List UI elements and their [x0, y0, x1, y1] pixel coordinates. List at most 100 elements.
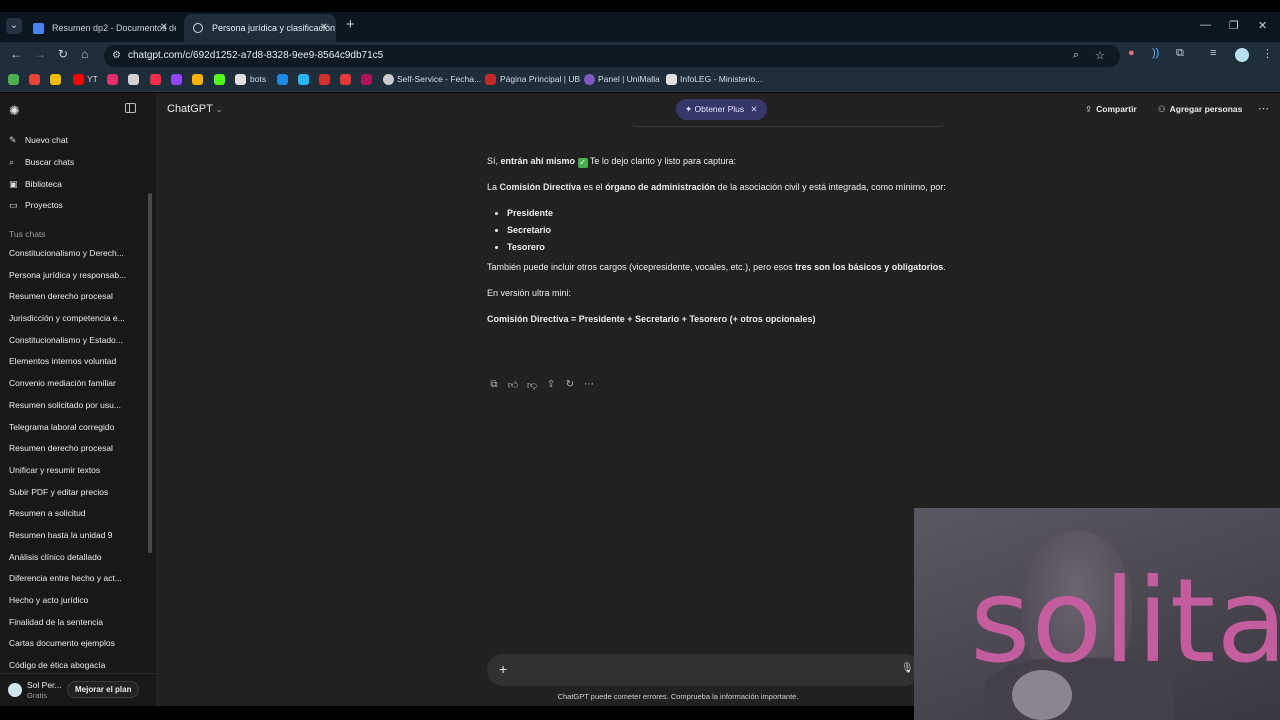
- chat-list-item[interactable]: Resumen derecho procesal: [0, 286, 146, 308]
- microphone-icon[interactable]: 🎙︎: [901, 663, 914, 674]
- chat-list-item[interactable]: Resumen solicitado por usu...: [0, 395, 146, 417]
- chatgpt-bookmark-icon[interactable]: [128, 74, 139, 85]
- chat-list-item[interactable]: Resumen hasta la unidad 9: [0, 525, 146, 547]
- kick-icon[interactable]: [214, 74, 225, 85]
- avatar[interactable]: [8, 683, 22, 697]
- share-icon: ⇪: [1085, 104, 1093, 114]
- new-chat-button[interactable]: ✎ Nuevo chat: [9, 135, 68, 146]
- bookmark-label-self-service[interactable]: Self-Service - Fecha...: [397, 74, 481, 84]
- openai-logo-icon[interactable]: ✺: [9, 103, 20, 119]
- tab-resumen-dp2[interactable]: Resumen dp2 - Documentos de ✕: [24, 14, 176, 42]
- music-icon[interactable]: [150, 74, 161, 85]
- model-name: ChatGPT: [167, 103, 213, 115]
- tab-search-button[interactable]: ⌄: [6, 18, 22, 34]
- more-options-icon[interactable]: ⋯: [1258, 102, 1269, 115]
- share-icon[interactable]: ⇪: [544, 379, 558, 390]
- media-queue-icon[interactable]: ≡: [1210, 47, 1216, 59]
- upgrade-plan-button[interactable]: Mejorar el plan: [67, 681, 140, 698]
- site-info-icon[interactable]: ⚙: [112, 50, 121, 61]
- infoleg-icon[interactable]: [666, 74, 677, 85]
- copy-icon[interactable]: ⧉: [487, 379, 501, 390]
- folder-icon: ▭: [9, 200, 18, 210]
- list-item: Secretario: [507, 222, 947, 239]
- url-text[interactable]: chatgpt.com/c/692d1252-a7d8-8328-9ee9-85…: [128, 50, 383, 61]
- browser-menu-icon[interactable]: ⋮: [1262, 47, 1273, 60]
- add-people-button[interactable]: ⚇ Agregar personas: [1158, 104, 1242, 115]
- tab-close-icon[interactable]: ✕: [320, 14, 328, 42]
- bookmark-app-icon[interactable]: [361, 74, 372, 85]
- user-footer[interactable]: Sol Per... Gratis Mejorar el plan: [0, 673, 156, 706]
- minimize-icon[interactable]: —: [1200, 19, 1211, 31]
- library-button[interactable]: ▣ Biblioteca: [9, 179, 62, 190]
- chat-list-item[interactable]: Persona jurídica y responsab...: [0, 265, 146, 287]
- reload-icon[interactable]: ↻: [58, 47, 68, 61]
- bookmark-label-ub[interactable]: Página Principal | UB: [500, 74, 580, 84]
- thumbs-down-icon[interactable]: 👎︎: [525, 379, 539, 391]
- instagram-icon[interactable]: [107, 74, 118, 85]
- chat-list-item[interactable]: Diferencia entre hecho y act...: [0, 568, 146, 590]
- projects-button[interactable]: ▭ Proyectos: [9, 200, 63, 211]
- tab-close-icon[interactable]: ✕: [160, 14, 168, 42]
- chat-list-item[interactable]: Constitucionalismo y Estado...: [0, 330, 146, 352]
- close-icon[interactable]: ✕: [751, 104, 758, 114]
- extension-icon[interactable]: ●: [1128, 47, 1135, 59]
- ub-icon[interactable]: [485, 74, 496, 85]
- profile-avatar[interactable]: [1235, 48, 1249, 62]
- thumbs-up-icon[interactable]: 👍︎: [506, 379, 520, 391]
- youtube-icon[interactable]: [73, 74, 84, 85]
- chat-list-item[interactable]: Jurisdicción y competencia e...: [0, 308, 146, 330]
- chat-list-item[interactable]: Convenio mediación familiar: [0, 373, 146, 395]
- library-icon: ▣: [9, 179, 18, 189]
- chat-list-item[interactable]: Telegrama laboral corregido: [0, 417, 146, 439]
- extension-wave-icon[interactable]: )): [1152, 47, 1159, 59]
- search-chats-button[interactable]: ⌕ Buscar chats: [9, 157, 74, 168]
- attach-plus-icon[interactable]: +: [499, 661, 507, 677]
- telegram-icon[interactable]: [298, 74, 309, 85]
- bookmark-label-unimalla[interactable]: Panel | UniMalla: [598, 74, 660, 84]
- chat-list-item[interactable]: Resumen derecho procesal: [0, 438, 146, 460]
- chat-list-item[interactable]: Unificar y resumir textos: [0, 460, 146, 482]
- chat-list-item[interactable]: Cartas documento ejemplos: [0, 633, 146, 655]
- home-icon[interactable]: ⌂: [81, 47, 88, 61]
- unimalla-icon[interactable]: [584, 74, 595, 85]
- chat-list-item[interactable]: Resumen a solicitud: [0, 503, 146, 525]
- tab-persona-juridica[interactable]: Persona jurídica y clasificación ✕: [184, 14, 336, 42]
- extensions-puzzle-icon[interactable]: ⧉: [1176, 47, 1184, 60]
- close-window-icon[interactable]: ✕: [1258, 19, 1267, 32]
- bookmark-app-icon[interactable]: [8, 74, 19, 85]
- chat-list-item[interactable]: Constitucionalismo y Derech...: [0, 243, 146, 265]
- zoom-search-icon[interactable]: ⌕: [1073, 49, 1079, 62]
- bookmark-app-icon[interactable]: [319, 74, 330, 85]
- chat-list-item[interactable]: Análisis clínico detallado: [0, 547, 146, 569]
- self-service-icon[interactable]: [383, 74, 394, 85]
- share-button[interactable]: ⇪ Compartir: [1085, 104, 1137, 115]
- bots-icon[interactable]: [235, 74, 246, 85]
- bookmark-app-icon[interactable]: [340, 74, 351, 85]
- bookmark-star-icon[interactable]: ☆: [1095, 49, 1105, 62]
- regenerate-icon[interactable]: ↻: [563, 379, 577, 390]
- chat-list-item[interactable]: Finalidad de la sentencia: [0, 612, 146, 634]
- gmail-icon[interactable]: [29, 74, 40, 85]
- model-selector[interactable]: ChatGPT ⌄: [167, 103, 223, 115]
- back-icon[interactable]: ←: [10, 47, 22, 61]
- sidebar-toggle-icon[interactable]: [125, 103, 136, 113]
- restore-icon[interactable]: ❐: [1229, 19, 1239, 32]
- address-bar[interactable]: ⚙ chatgpt.com/c/692d1252-a7d8-8328-9ee9-…: [104, 45, 1120, 67]
- bookmark-app-icon[interactable]: [192, 74, 203, 85]
- text-run: es el: [581, 182, 606, 192]
- chat-list-item[interactable]: Elementos internos voluntad: [0, 351, 146, 373]
- bookmark-app-icon[interactable]: [277, 74, 288, 85]
- forward-icon[interactable]: →: [34, 47, 46, 61]
- get-plus-button[interactable]: ✦ Obtener Plus ✕: [676, 99, 767, 120]
- drive-icon[interactable]: [50, 74, 61, 85]
- new-tab-button[interactable]: +: [346, 16, 355, 33]
- bookmark-label-infoleg[interactable]: InfoLEG - Ministerio...: [680, 74, 762, 84]
- sidebar-scrollbar[interactable]: [148, 193, 152, 553]
- bookmark-label-bots[interactable]: bots: [250, 74, 266, 84]
- more-options-icon[interactable]: ⋯: [582, 379, 596, 390]
- twitch-icon[interactable]: [171, 74, 182, 85]
- chat-list-item[interactable]: Hecho y acto jurídico: [0, 590, 146, 612]
- chat-list-item[interactable]: Subir PDF y editar precios: [0, 482, 146, 504]
- message-composer[interactable]: + 🎙︎: [487, 654, 921, 686]
- bookmark-label-yt[interactable]: YT: [87, 74, 98, 84]
